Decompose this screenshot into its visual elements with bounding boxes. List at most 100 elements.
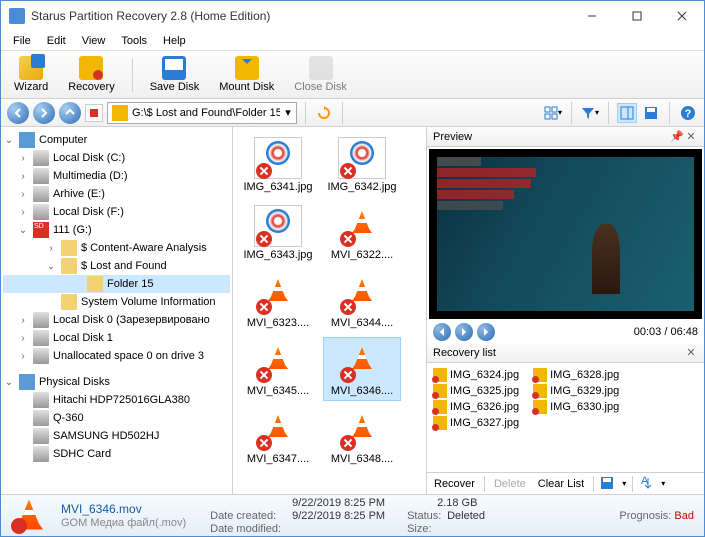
thumbnail-item[interactable]: IMG_6342.jpg	[323, 133, 401, 197]
thumbnail-item[interactable]: MVI_6346....	[323, 337, 401, 401]
thumbnail-item[interactable]: MVI_6348....	[323, 405, 401, 469]
image-file-icon	[254, 205, 302, 247]
tree-folder-15[interactable]: Folder 15	[3, 275, 230, 293]
status-file-name: MVI_6346.mov	[61, 502, 186, 516]
close-recovery-button[interactable]: ✕	[684, 346, 698, 360]
recovery-item[interactable]: IMG_6326.jpg	[433, 399, 519, 415]
thumbnail-item[interactable]: IMG_6341.jpg	[239, 133, 317, 197]
thumbnail-item[interactable]: MVI_6323....	[239, 269, 317, 333]
mount-disk-button[interactable]: Mount Disk	[212, 53, 281, 96]
forward-button[interactable]	[33, 102, 55, 124]
menu-help[interactable]: Help	[155, 33, 194, 49]
view-thumbnails-button[interactable]: ▾	[543, 103, 563, 123]
video-file-icon	[254, 409, 302, 451]
minimize-button[interactable]	[569, 1, 614, 31]
save-list-icon[interactable]	[600, 476, 616, 492]
right-panel: Preview 📌 ✕ 00:03 / 06:48 Recovery list …	[426, 127, 704, 494]
thumbnail-item[interactable]: MVI_6322....	[323, 201, 401, 265]
recovery-toolbar: Recover Delete Clear List ▾ A ▾	[427, 472, 704, 494]
menu-view[interactable]: View	[74, 33, 114, 49]
drive-icon	[33, 186, 49, 202]
recovery-item[interactable]: IMG_6330.jpg	[533, 399, 619, 415]
toolbar-separator	[132, 58, 133, 92]
thumbnail-item[interactable]: MVI_6345....	[239, 337, 317, 401]
play-button[interactable]	[455, 323, 473, 341]
folder-icon	[61, 258, 77, 274]
save-disk-button[interactable]: Save Disk	[143, 53, 207, 96]
sort-icon[interactable]: A	[639, 476, 655, 492]
clear-list-button[interactable]: Clear List	[535, 477, 587, 491]
recovery-item[interactable]: IMG_6327.jpg	[433, 415, 519, 431]
thumbnail-item[interactable]: MVI_6344....	[323, 269, 401, 333]
tree-drive[interactable]: ›Multimedia (D:)	[3, 167, 230, 185]
drive-icon	[33, 348, 49, 364]
thumbnail-item[interactable]: MVI_6347....	[239, 405, 317, 469]
recovery-item[interactable]: IMG_6325.jpg	[433, 383, 519, 399]
tree-drive[interactable]: ›Local Disk (C:)	[3, 149, 230, 167]
tree-drive[interactable]: ›Arhive (E:)	[3, 185, 230, 203]
thumbnails-panel[interactable]: IMG_6341.jpg IMG_6342.jpg IMG_6343.jpg M…	[233, 127, 426, 494]
maximize-button[interactable]	[614, 1, 659, 31]
refresh-button[interactable]	[314, 103, 334, 123]
folder-icon	[61, 240, 77, 256]
drive-icon	[33, 312, 49, 328]
tree-physical-disk[interactable]: SDHC Card	[3, 445, 230, 463]
menu-file[interactable]: File	[5, 33, 39, 49]
tree-drive[interactable]: ›Local Disk 1	[3, 329, 230, 347]
wizard-button[interactable]: Wizard	[7, 53, 55, 96]
tree-drive[interactable]: ›Local Disk (F:)	[3, 203, 230, 221]
menu-edit[interactable]: Edit	[39, 33, 74, 49]
video-file-icon	[338, 409, 386, 451]
prev-button[interactable]	[433, 323, 451, 341]
recovery-item[interactable]: IMG_6324.jpg	[433, 367, 519, 383]
tree-content-aware[interactable]: ›$ Content-Aware Analysis	[3, 239, 230, 257]
delete-button[interactable]: Delete	[491, 477, 529, 491]
tree-physical-disk[interactable]: SAMSUNG HD502HJ	[3, 427, 230, 445]
status-file-icon	[11, 498, 47, 534]
tree-drive[interactable]: ›Unallocated space 0 on drive 3	[3, 347, 230, 365]
close-disk-button[interactable]: Close Disk	[287, 53, 354, 96]
menu-tools[interactable]: Tools	[113, 33, 155, 49]
address-dropdown[interactable]: ▾	[280, 106, 296, 119]
recover-button[interactable]: Recover	[431, 477, 478, 491]
preview-image[interactable]	[429, 149, 702, 319]
recovery-item[interactable]: IMG_6329.jpg	[533, 383, 619, 399]
tree-physical[interactable]: ⌄Physical Disks	[3, 373, 230, 391]
menubar: File Edit View Tools Help	[1, 31, 704, 51]
tree-physical-disk[interactable]: Hitachi HDP725016GLA380	[3, 391, 230, 409]
help-button[interactable]: ?	[678, 103, 698, 123]
back-button[interactable]	[7, 102, 29, 124]
close-button[interactable]	[659, 1, 704, 31]
address-input[interactable]	[132, 107, 280, 119]
pin-icon[interactable]: 📌	[670, 130, 684, 144]
tree-sysvol[interactable]: System Volume Information	[3, 293, 230, 311]
file-icon	[533, 400, 547, 414]
drive-icon	[33, 168, 49, 184]
preview-title: Preview	[433, 131, 670, 143]
preview-panel-button[interactable]	[617, 103, 637, 123]
tree-drive[interactable]: ›Local Disk 0 (Зарезервировано	[3, 311, 230, 329]
folder-icon	[112, 105, 128, 121]
tree-lost-found[interactable]: ⌄$ Lost and Found	[3, 257, 230, 275]
close-panel-button[interactable]: ✕	[684, 130, 698, 144]
thumbnail-name: IMG_6342.jpg	[327, 181, 396, 193]
filter-button[interactable]: ▾	[580, 103, 600, 123]
save-session-button[interactable]	[641, 103, 661, 123]
thumbnail-name: MVI_6322....	[331, 249, 393, 261]
mount-disk-icon	[235, 56, 259, 80]
file-icon	[433, 400, 447, 414]
tree-drive-g[interactable]: ⌄111 (G:)	[3, 221, 230, 239]
thumbnail-name: MVI_6323....	[247, 317, 309, 329]
recovery-list[interactable]: IMG_6324.jpgIMG_6325.jpgIMG_6326.jpgIMG_…	[427, 363, 704, 472]
address-bar[interactable]: ▾	[107, 102, 297, 124]
stop-button[interactable]	[85, 104, 103, 122]
recovery-item[interactable]: IMG_6328.jpg	[533, 367, 619, 383]
tree-physical-disk[interactable]: Q-360	[3, 409, 230, 427]
thumbnail-item[interactable]: IMG_6343.jpg	[239, 201, 317, 265]
tree-panel[interactable]: ⌄Computer ›Local Disk (C:)›Multimedia (D…	[1, 127, 233, 494]
up-button[interactable]	[59, 102, 81, 124]
tree-computer[interactable]: ⌄Computer	[3, 131, 230, 149]
recovery-icon	[79, 56, 103, 80]
next-button[interactable]	[477, 323, 495, 341]
recovery-button[interactable]: Recovery	[61, 53, 121, 96]
